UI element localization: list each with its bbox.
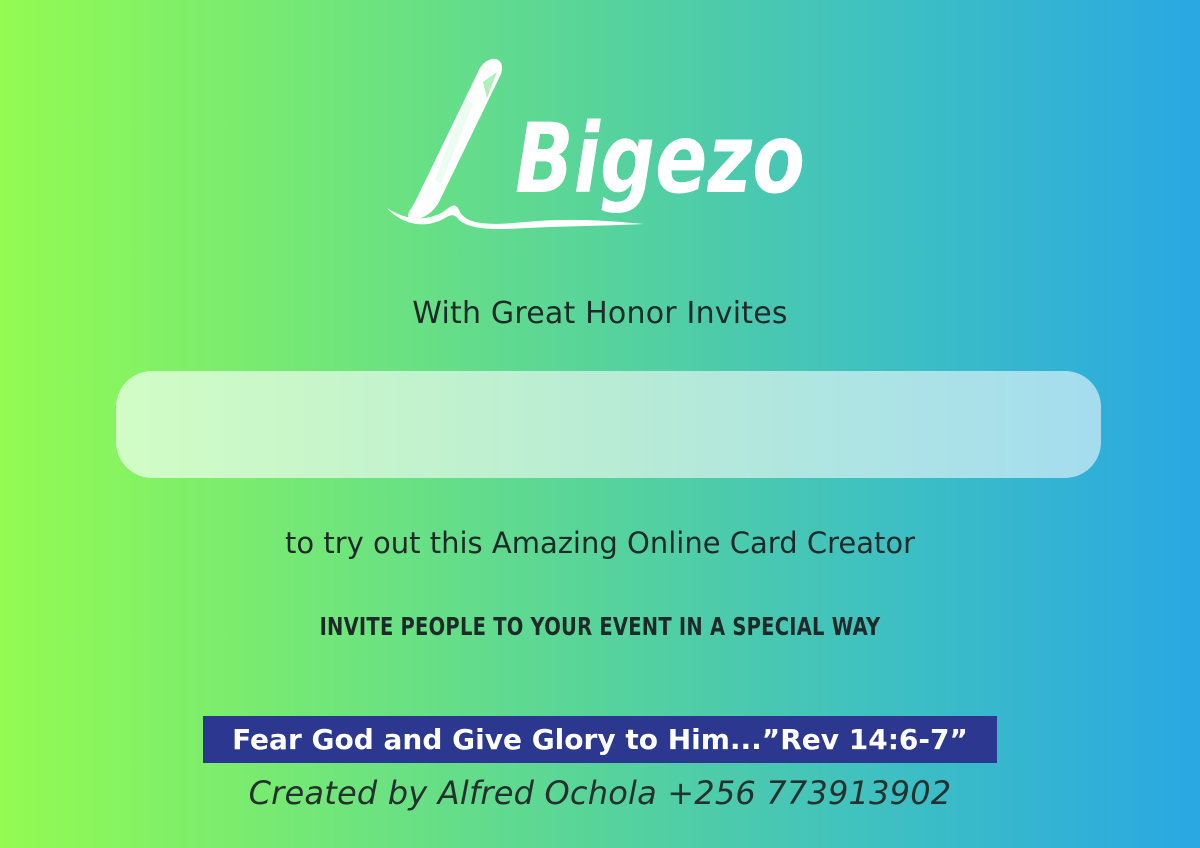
logo-graphic: Bigezo bbox=[387, 58, 805, 230]
invite-headline: INVITE PEOPLE TO YOUR EVENT IN A SPECIAL… bbox=[319, 612, 881, 641]
creator-credit: Created by Alfred Ochola +256 773913902 bbox=[248, 774, 952, 812]
verse-text: Fear God and Give Glory to Him...”Rev 14… bbox=[232, 723, 968, 756]
invite-tagline: to try out this Amazing Online Card Crea… bbox=[285, 526, 915, 560]
brand-name: Bigezo bbox=[515, 103, 805, 215]
invitation-card: Bigezo With Great Honor Invites to try o… bbox=[0, 0, 1200, 848]
invitee-name-field[interactable] bbox=[116, 371, 1101, 478]
brand-logo: Bigezo bbox=[385, 52, 815, 237]
verse-banner: Fear God and Give Glory to Him...”Rev 14… bbox=[203, 716, 997, 763]
invite-subtitle: With Great Honor Invites bbox=[412, 296, 788, 331]
